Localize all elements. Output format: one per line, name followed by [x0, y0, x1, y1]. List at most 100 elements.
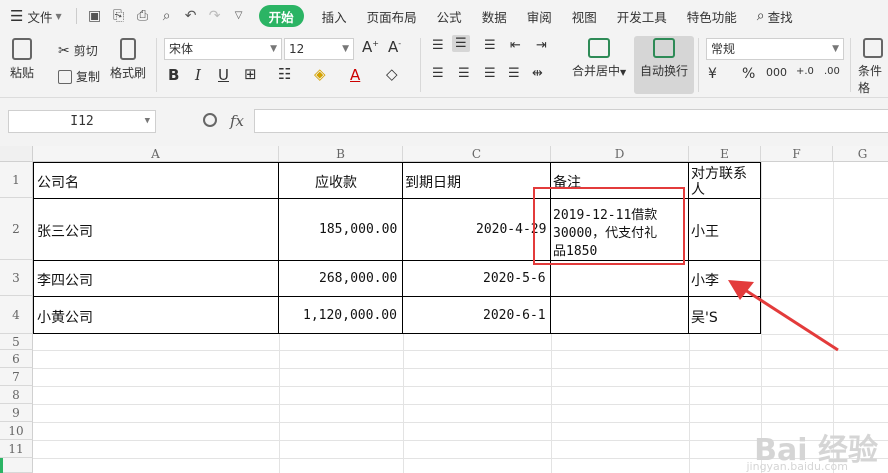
cut-button[interactable]: ✂ 剪切 [58, 42, 98, 59]
cell-b3[interactable]: 268,000.00 [319, 271, 397, 286]
chevron-down-icon: ▼ [270, 44, 277, 54]
eraser-icon[interactable]: ◇ [386, 65, 398, 83]
align-center-icon[interactable]: ☰ [458, 66, 470, 81]
column-header-c[interactable]: C [403, 146, 551, 162]
column-header-f[interactable]: F [761, 146, 833, 162]
row-header-2[interactable]: 2 [0, 198, 33, 260]
fx-icon[interactable]: fx [230, 112, 244, 130]
row-header-4[interactable]: 4 [0, 296, 33, 334]
customize-icon[interactable]: ▽ [231, 8, 247, 24]
percent-icon[interactable]: % [742, 66, 755, 82]
cell-c1[interactable]: 到期日期 [405, 172, 461, 192]
tab-insert[interactable]: 插入 [312, 0, 357, 32]
tab-features[interactable]: 特色功能 [677, 0, 747, 32]
align-middle-icon[interactable]: ☰ [452, 35, 470, 52]
cell-a2[interactable]: 张三公司 [37, 221, 93, 241]
row-header-11[interactable]: 11 [0, 440, 33, 458]
formula-input[interactable] [254, 109, 888, 133]
export-icon[interactable]: ⎘ [111, 8, 127, 24]
font-name-select[interactable]: 宋体 ▼ [164, 38, 282, 60]
row-header-7[interactable]: 7 [0, 368, 33, 386]
undo-icon[interactable]: ↶ [183, 8, 199, 24]
tab-review[interactable]: 审阅 [517, 0, 562, 32]
row-header-9[interactable]: 9 [0, 404, 33, 422]
spreadsheet-app: ☰ 文件 ▼ ▣ ⎘ ⎙ ⌕ ↶ ↷ ▽ 开始 插入 页面布局 公式 数据 审阅… [0, 0, 888, 473]
tab-developer[interactable]: 开发工具 [607, 0, 677, 32]
borders-icon[interactable]: ⊞ [244, 65, 257, 83]
row-header-10[interactable]: 10 [0, 422, 33, 440]
formula-bar: I12 ▼ fx [0, 98, 888, 146]
table-border [33, 162, 34, 334]
tab-view[interactable]: 视图 [562, 0, 607, 32]
font-color-icon[interactable]: A [350, 66, 360, 84]
bold-icon[interactable]: B [168, 66, 179, 84]
file-menu[interactable]: ☰ 文件 ▼ [0, 0, 72, 32]
cell-e4[interactable]: 吴'S [691, 307, 718, 327]
paste-button[interactable]: 粘贴 [10, 38, 34, 81]
row-header-5[interactable]: 5 [0, 334, 33, 350]
name-box[interactable]: I12 ▼ [8, 110, 156, 133]
copy-icon [58, 69, 72, 84]
cell-b1[interactable]: 应收款 [315, 172, 357, 192]
cell-a1[interactable]: 公司名 [37, 172, 79, 192]
preview-icon[interactable]: ⌕ [159, 8, 175, 24]
column-header-b[interactable]: B [279, 146, 403, 162]
row-header-1[interactable]: 1 [0, 162, 33, 198]
italic-icon[interactable]: I [195, 66, 201, 84]
column-header-e[interactable]: E [689, 146, 761, 162]
tab-home[interactable]: 开始 [258, 5, 304, 27]
currency-icon[interactable]: ¥ [708, 66, 717, 82]
cell-a3[interactable]: 李四公司 [37, 270, 93, 290]
copy-label: 复制 [76, 70, 101, 84]
cell-e1-line2: 人 [691, 182, 705, 198]
cell-c3[interactable]: 2020-5-6 [483, 271, 546, 286]
align-top-icon[interactable]: ☰ [432, 38, 444, 53]
zoom-icon[interactable] [203, 113, 217, 127]
tab-data[interactable]: 数据 [472, 0, 517, 32]
fill-color-icon[interactable]: ◈ [314, 65, 326, 83]
cell-e3[interactable]: 小李 [691, 270, 719, 290]
search-button[interactable]: ⌕ 查找 [747, 0, 803, 32]
thousands-icon[interactable]: 000 [766, 66, 787, 79]
column-header-d[interactable]: D [551, 146, 689, 162]
cell-c4[interactable]: 2020-6-1 [483, 308, 546, 323]
justify-icon[interactable]: ☰ [508, 66, 520, 81]
decrease-font-icon[interactable]: A- [388, 38, 401, 56]
merge-center-button[interactable]: 合并居中▼ [572, 38, 626, 79]
redo-icon[interactable]: ↷ [207, 8, 223, 24]
cell-a4[interactable]: 小黄公司 [37, 307, 93, 327]
conditional-format-button[interactable]: 条件格 [858, 38, 888, 96]
font-size-select[interactable]: 12 ▼ [284, 38, 354, 60]
cell-b2[interactable]: 185,000.00 [319, 222, 397, 237]
indent-decrease-icon[interactable]: ⇤ [510, 38, 521, 53]
number-format-select[interactable]: 常规 ▼ [706, 38, 844, 60]
distribute-icon[interactable]: ⇹ [532, 66, 543, 81]
row-header-12[interactable] [0, 458, 33, 473]
select-all-corner[interactable] [0, 146, 33, 162]
tab-formulas[interactable]: 公式 [427, 0, 472, 32]
tab-page-layout[interactable]: 页面布局 [357, 0, 427, 32]
merge-center-label: 合并居中 [572, 64, 621, 78]
format-painter-button[interactable]: 格式刷 [110, 38, 146, 81]
underline-icon[interactable]: U [218, 66, 229, 84]
align-left-icon[interactable]: ☰ [432, 66, 444, 81]
cell-b4[interactable]: 1,120,000.00 [303, 308, 397, 323]
column-header-a[interactable]: A [33, 146, 279, 162]
indent-increase-icon[interactable]: ⇥ [536, 38, 547, 53]
row-header-6[interactable]: 6 [0, 350, 33, 368]
column-header-g[interactable]: G [833, 146, 888, 162]
increase-decimal-icon[interactable]: +.0 [796, 66, 814, 77]
align-bottom-icon[interactable]: ☰ [484, 38, 496, 53]
cell-style-icon[interactable]: ☷ [278, 65, 291, 83]
cell-e2[interactable]: 小王 [691, 221, 719, 241]
cut-label: 剪切 [73, 44, 98, 58]
copy-button[interactable]: 复制 [58, 68, 100, 85]
save-icon[interactable]: ▣ [87, 8, 103, 24]
divider [75, 8, 77, 24]
row-header-8[interactable]: 8 [0, 386, 33, 404]
row-header-3[interactable]: 3 [0, 260, 33, 296]
increase-font-icon[interactable]: A+ [362, 38, 379, 56]
decrease-decimal-icon[interactable]: .00 [824, 66, 840, 77]
print-icon[interactable]: ⎙ [135, 8, 151, 24]
align-right-icon[interactable]: ☰ [484, 66, 496, 81]
